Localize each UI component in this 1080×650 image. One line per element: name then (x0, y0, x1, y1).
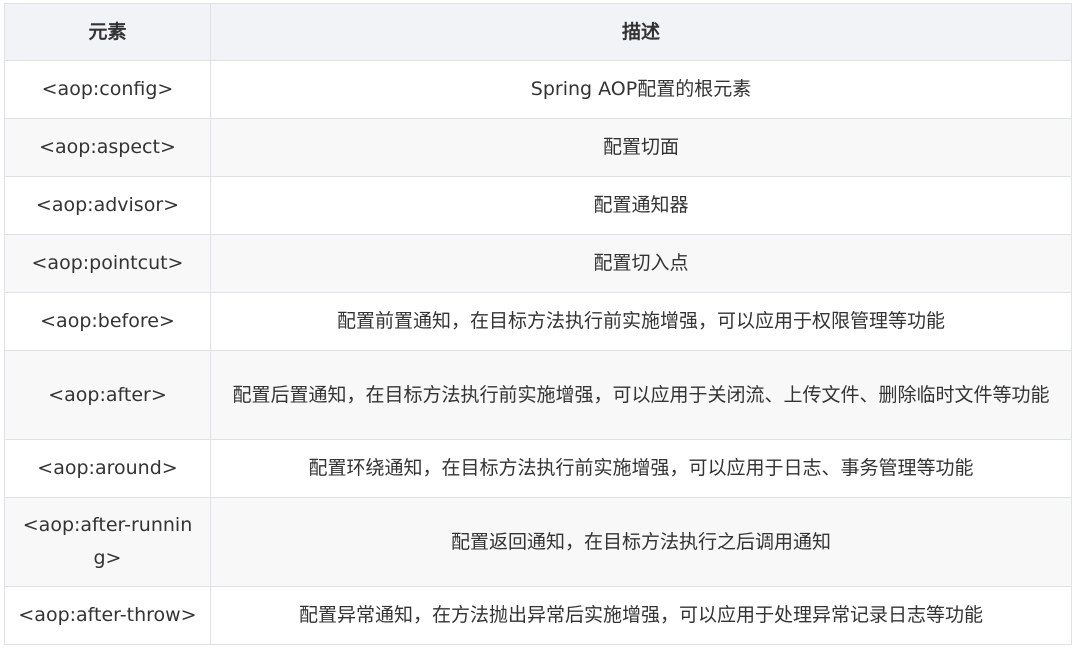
table-row: <aop:after> 配置后置通知，在目标方法执行前实施增强，可以应用于关闭流… (4, 350, 1072, 440)
aop-elements-table: 元素 描述 <aop:config> Spring AOP配置的根元素 <aop… (4, 3, 1072, 645)
cell-element: <aop:after-running> (4, 497, 211, 587)
cell-description: 配置前置通知，在目标方法执行前实施增强，可以应用于权限管理等功能 (210, 292, 1072, 351)
table-row: <aop:advisor> 配置通知器 (4, 176, 1072, 235)
cell-description: 配置切入点 (210, 234, 1072, 293)
table-row: <aop:after-throw> 配置异常通知，在方法抛出异常后实施增强，可以… (4, 586, 1072, 645)
table-container: 元素 描述 <aop:config> Spring AOP配置的根元素 <aop… (0, 0, 1080, 645)
cell-description: 配置环绕通知，在目标方法执行前实施增强，可以应用于日志、事务管理等功能 (210, 439, 1072, 498)
header-element: 元素 (4, 3, 211, 61)
header-description: 描述 (210, 3, 1072, 61)
cell-description: 配置通知器 (210, 176, 1072, 235)
cell-description: 配置返回通知，在目标方法执行之后调用通知 (210, 497, 1072, 587)
table-row: <aop:around> 配置环绕通知，在目标方法执行前实施增强，可以应用于日志… (4, 439, 1072, 498)
cell-description: Spring AOP配置的根元素 (210, 60, 1072, 119)
table-row: <aop:config> Spring AOP配置的根元素 (4, 60, 1072, 119)
cell-element: <aop:around> (4, 439, 211, 498)
cell-description: 配置异常通知，在方法抛出异常后实施增强，可以应用于处理异常记录日志等功能 (210, 586, 1072, 645)
table-row: <aop:pointcut> 配置切入点 (4, 234, 1072, 293)
cell-description: 配置切面 (210, 118, 1072, 177)
table-row: <aop:aspect> 配置切面 (4, 118, 1072, 177)
cell-element: <aop:aspect> (4, 118, 211, 177)
cell-element: <aop:pointcut> (4, 234, 211, 293)
cell-element: <aop:after-throw> (4, 586, 211, 645)
cell-element: <aop:before> (4, 292, 211, 351)
cell-element: <aop:after> (4, 350, 211, 440)
cell-description: 配置后置通知，在目标方法执行前实施增强，可以应用于关闭流、上传文件、删除临时文件… (210, 350, 1072, 440)
cell-element: <aop:config> (4, 60, 211, 119)
table-row: <aop:after-running> 配置返回通知，在目标方法执行之后调用通知 (4, 497, 1072, 587)
table-row: <aop:before> 配置前置通知，在目标方法执行前实施增强，可以应用于权限… (4, 292, 1072, 351)
table-header-row: 元素 描述 (4, 3, 1072, 61)
cell-element: <aop:advisor> (4, 176, 211, 235)
